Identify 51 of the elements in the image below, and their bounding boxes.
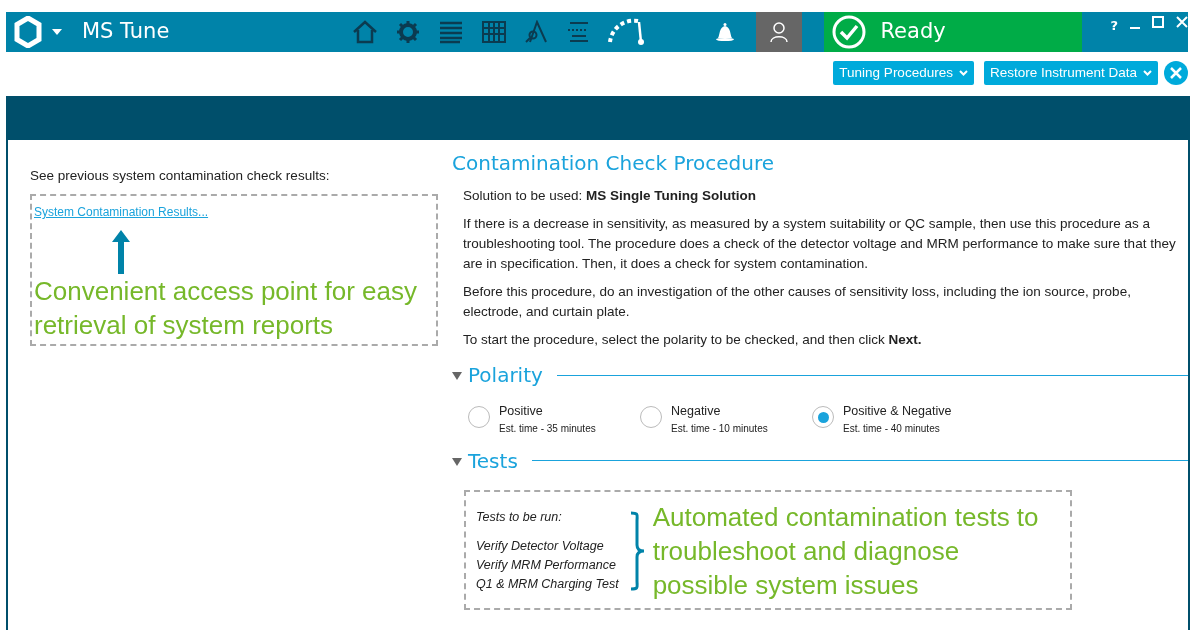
procedure-title: Contamination Check Procedure: [452, 150, 775, 177]
collapse-triangle-icon[interactable]: [452, 370, 462, 381]
radio-button[interactable]: [640, 406, 662, 428]
chevron-down-icon: [958, 70, 968, 76]
option-label: Positive: [499, 403, 544, 420]
stacked-lines-icon[interactable]: [438, 20, 465, 44]
close-icon[interactable]: [1176, 16, 1188, 28]
section-title: Polarity: [468, 362, 543, 389]
bell-icon[interactable]: [714, 21, 737, 43]
close-icon: [1170, 67, 1182, 79]
up-arrow-icon: [112, 229, 130, 274]
paragraph: Before this procedure, do an investigation of the other causes of sensitivity loss, including the ion source, probe, electrode, and curtain plate.: [463, 283, 1132, 321]
solution-text: Solution to be used: MS Single Tuning Solution: [463, 187, 758, 205]
annotation-text: Convenient access point for easy retrieval of system reports: [34, 274, 418, 342]
results-link[interactable]: System Contamination Results...: [34, 205, 209, 220]
section-title: Tests: [468, 447, 518, 475]
radio-button[interactable]: [812, 406, 834, 428]
dotted-lines-icon[interactable]: [566, 20, 591, 44]
chevron-down-icon: [1143, 70, 1152, 76]
option-label: Positive & Negative: [843, 403, 952, 420]
dropdown-button[interactable]: Tuning Procedures: [833, 60, 974, 86]
close-button[interactable]: [1164, 61, 1188, 85]
help-button[interactable]: ?: [1110, 16, 1118, 36]
grid-icon[interactable]: [482, 20, 507, 44]
person-icon: [769, 21, 790, 43]
gauge-icon[interactable]: [608, 18, 645, 46]
collapse-triangle-icon[interactable]: [452, 456, 462, 467]
maximize-icon[interactable]: [1152, 16, 1164, 28]
magnifier-peak-icon[interactable]: [524, 20, 549, 44]
user-button[interactable]: [756, 12, 803, 52]
app-title: MS Tune: [82, 18, 170, 46]
paragraph: If there is a decrease in sensitivity, as measured by a system suitability or QC sample, then use this procedure as a troubleshooting tool. The procedure does a check of the detector voltage and MRM performance to make sure that they are in specification. Then, it does a check for system contamination.: [463, 215, 1177, 273]
paragraph: To start the procedure, select the polarity to be checked, and then click Next.: [463, 331, 923, 349]
time-estimate: Est. time - 40 minutes: [843, 421, 941, 436]
time-estimate: Est. time - 35 minutes: [499, 421, 596, 436]
status-text: Ready: [880, 18, 946, 46]
test-item: Q1 & MRM Charging Test: [476, 575, 619, 593]
results-label: See previous system contamination check results:: [30, 167, 331, 185]
annotation-text: Automated contamination tests to troubleshoot and diagnose possible system issues: [652, 500, 1040, 602]
caret-icon[interactable]: [52, 29, 62, 35]
gear-icon[interactable]: [396, 20, 421, 44]
tests-heading: Tests to be run:: [476, 509, 563, 527]
option-label: Negative: [671, 403, 722, 420]
home-icon[interactable]: [352, 20, 379, 44]
dropdown-button[interactable]: Restore Instrument Data: [983, 60, 1158, 86]
time-estimate: Est. time - 10 minutes: [671, 421, 768, 436]
test-item: Verify Detector Voltage: [476, 538, 605, 555]
radio-button[interactable]: [468, 406, 490, 428]
check-circle-icon: [832, 15, 867, 49]
test-item: Verify MRM Performance: [476, 556, 617, 574]
hexagon-logo-icon[interactable]: [14, 16, 42, 48]
